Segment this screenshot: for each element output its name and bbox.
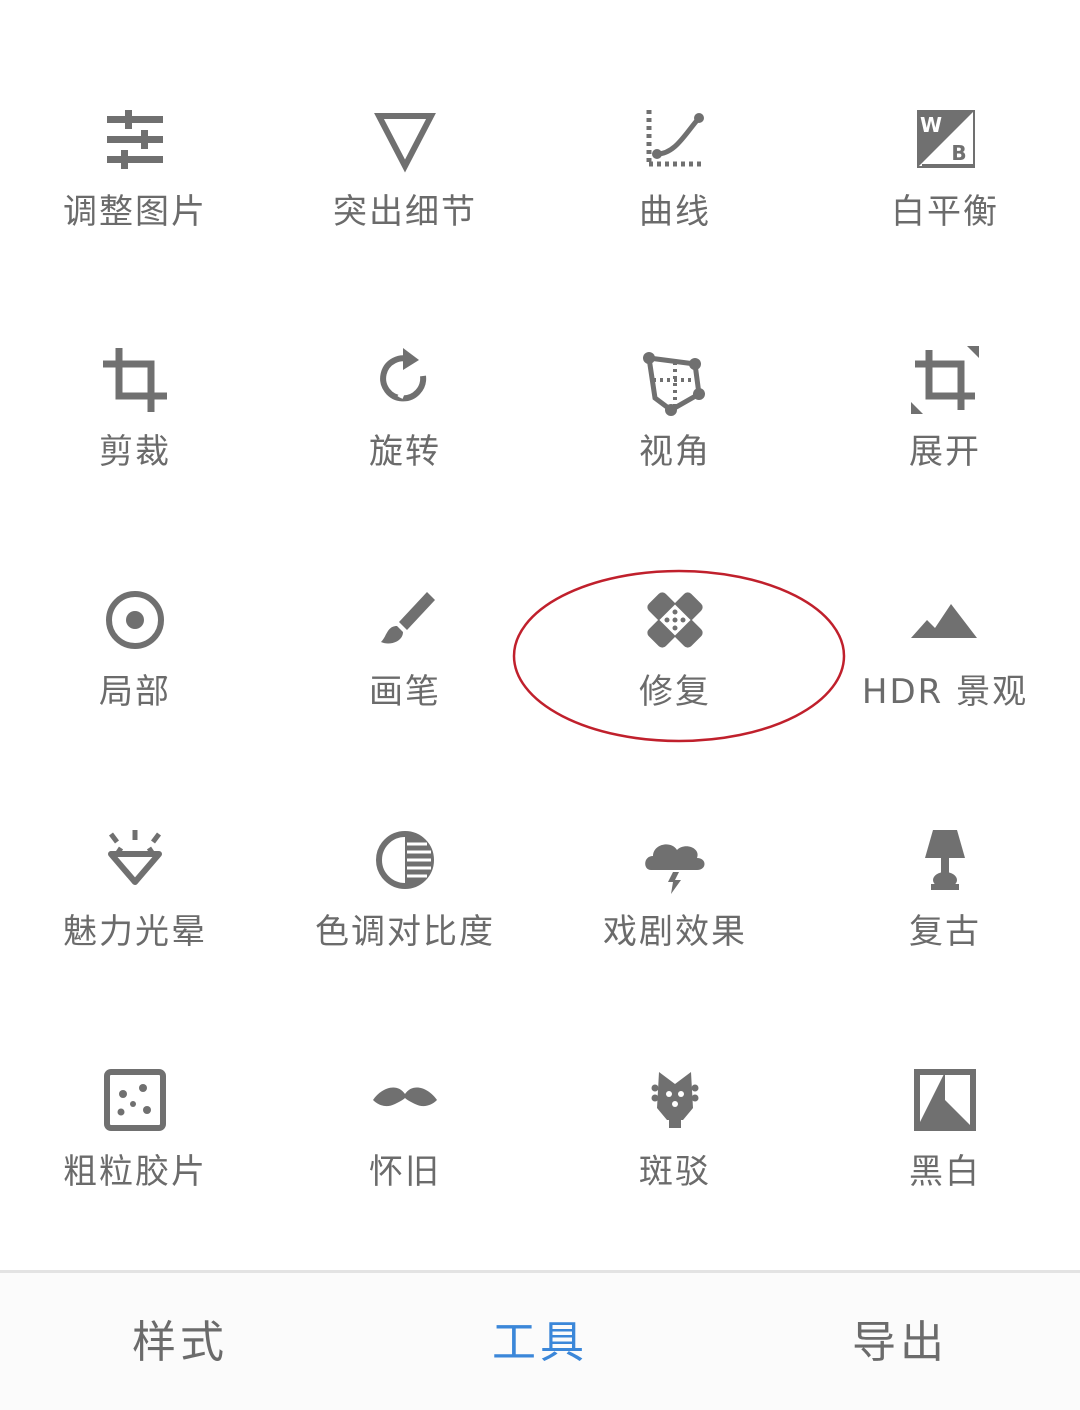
tool-details-triangle[interactable]: 突出细节 [270,100,540,300]
tool-label: 魅力光晕 [63,912,207,952]
tool-tonal-contrast[interactable]: 色调对比度 [270,820,540,1020]
tool-label: 戏剧效果 [603,912,747,952]
tab-tools[interactable]: 工具 [430,1313,650,1373]
rotate-icon [365,340,445,420]
tool-crop[interactable]: 剪裁 [0,340,270,540]
tool-label: 旋转 [369,432,441,472]
black-white-icon [905,1060,985,1140]
white-balance-icon: W B [905,100,985,180]
expand-icon [905,340,985,420]
tool-grainy-film[interactable]: 粗粒胶片 [0,1060,270,1260]
tool-label: 突出细节 [333,192,477,232]
tool-label: 视角 [639,432,711,472]
svg-text:W: W [920,113,942,137]
hdr-mountains-icon [905,580,985,660]
tool-curves[interactable]: 曲线 [540,100,810,300]
tune-sliders-icon [95,100,175,180]
tool-healing-bandage[interactable]: 修复 [540,580,810,780]
tool-label: 怀旧 [369,1152,441,1192]
perspective-icon [635,340,715,420]
retrolux-mustache-icon [365,1060,445,1140]
tool-grunge-guitar[interactable]: 斑驳 [540,1060,810,1260]
curves-icon [635,100,715,180]
tool-label: 色调对比度 [315,912,495,952]
tool-label: 复古 [909,912,981,952]
tool-label: 修复 [639,672,711,712]
tool-glamour-glow[interactable]: 魅力光晕 [0,820,270,1020]
tool-label: 曲线 [639,192,711,232]
tool-drama-cloud[interactable]: 戏剧效果 [540,820,810,1020]
selective-target-icon [95,580,175,660]
details-triangle-icon [365,100,445,180]
svg-text:B: B [951,141,966,165]
tool-selective-target[interactable]: 局部 [0,580,270,780]
tools-grid: 调整图片 突出细节 曲线 W B 白平衡 剪裁 旋转 视角 展开 局部 画笔 修… [0,0,1080,1270]
tool-label: 画笔 [369,672,441,712]
tool-expand[interactable]: 展开 [810,340,1080,540]
tool-label: 粗粒胶片 [63,1152,207,1192]
grainy-film-icon [95,1060,175,1140]
healing-bandage-icon [635,580,715,660]
tool-label: 调整图片 [63,192,207,232]
tool-label: 白平衡 [891,192,999,232]
tool-brush[interactable]: 画笔 [270,580,540,780]
tool-white-balance[interactable]: W B 白平衡 [810,100,1080,300]
tool-perspective[interactable]: 视角 [540,340,810,540]
tool-label: HDR 景观 [861,672,1029,712]
tool-label: 黑白 [909,1152,981,1192]
tool-label: 剪裁 [99,432,171,472]
bottom-tab-bar: 样式 工具 导出 [0,1270,1080,1410]
tool-hdr-mountains[interactable]: HDR 景观 [810,580,1080,780]
tab-styles[interactable]: 样式 [70,1313,290,1373]
tool-retrolux-mustache[interactable]: 怀旧 [270,1060,540,1260]
tool-label: 局部 [99,672,171,712]
tab-export[interactable]: 导出 [790,1313,1010,1373]
vintage-lamp-icon [905,820,985,900]
grunge-guitar-icon [635,1060,715,1140]
tonal-contrast-icon [365,820,445,900]
tool-label: 展开 [909,432,981,472]
glamour-glow-icon [95,820,175,900]
brush-icon [365,580,445,660]
drama-cloud-icon [635,820,715,900]
tool-rotate[interactable]: 旋转 [270,340,540,540]
tool-black-white[interactable]: 黑白 [810,1060,1080,1260]
tool-tune-sliders[interactable]: 调整图片 [0,100,270,300]
tool-vintage-lamp[interactable]: 复古 [810,820,1080,1020]
crop-icon [95,340,175,420]
tool-label: 斑驳 [639,1152,711,1192]
